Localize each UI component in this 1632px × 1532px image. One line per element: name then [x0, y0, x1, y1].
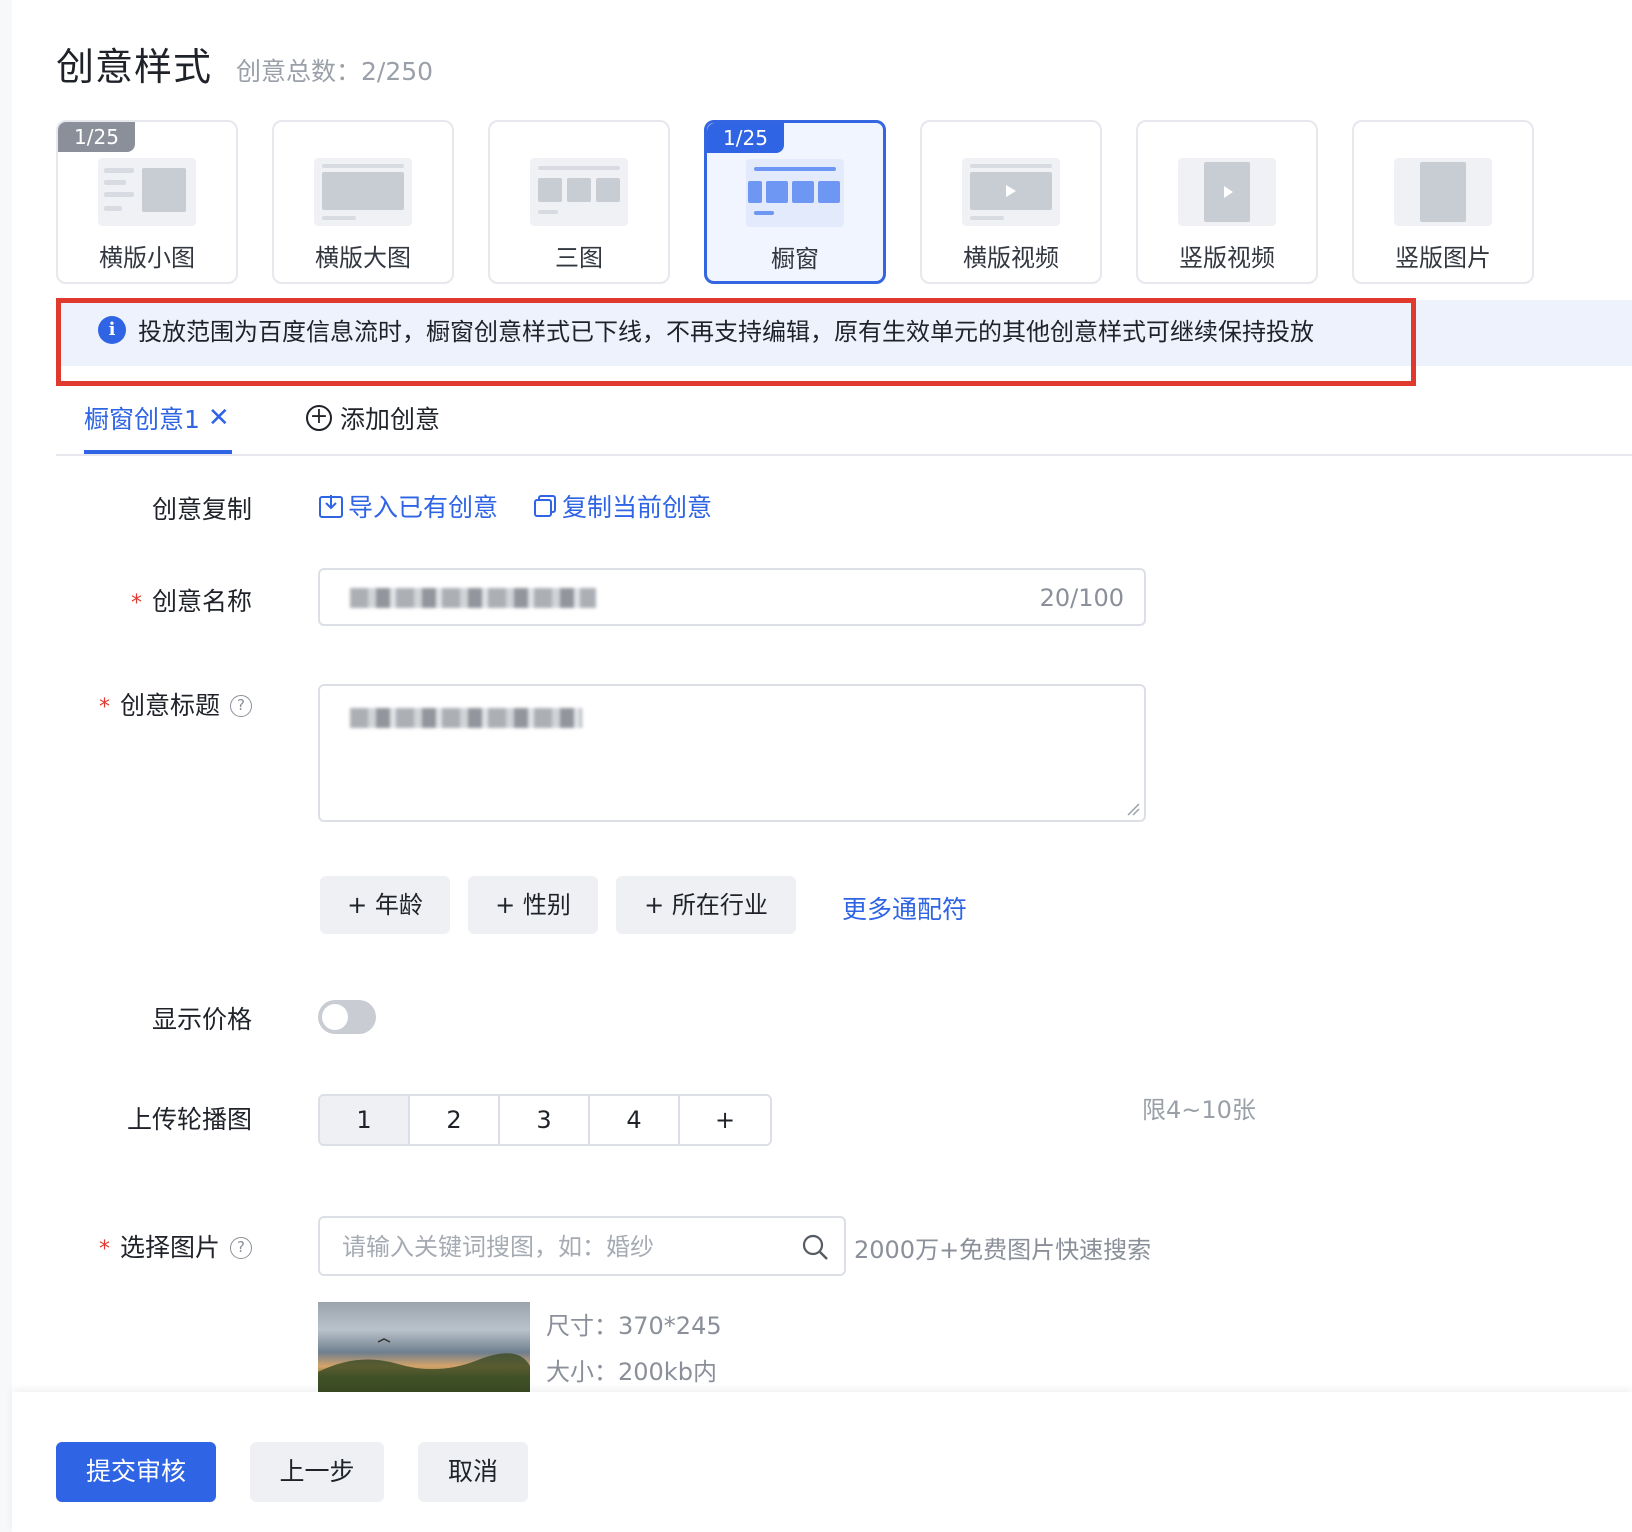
image-preview-thumbnail[interactable]	[318, 1302, 530, 1394]
horizontal-small-icon	[98, 158, 196, 226]
carousel-slot-4[interactable]: 4	[590, 1096, 680, 1144]
carousel-segment-control: 1 2 3 4 +	[318, 1094, 772, 1146]
image-filesize-spec: 大小：200kb内	[546, 1358, 717, 1386]
notice-banner: i 投放范围为百度信息流时，橱窗创意样式已下线，不再支持编辑，原有生效单元的其他…	[56, 300, 1632, 366]
more-wildcards-link[interactable]: 更多通配符	[842, 890, 967, 926]
style-card-three-images[interactable]: 三图	[488, 120, 670, 284]
vertical-image-icon	[1394, 158, 1492, 226]
style-card-horizontal-large[interactable]: 横版大图	[272, 120, 454, 284]
card-label: 横版大图	[315, 244, 411, 272]
image-label-text: 选择图片	[119, 1233, 220, 1262]
tab-showcase-creative-1[interactable]: 橱窗创意1 ✕	[84, 396, 230, 440]
image-search-hint: 2000万+免费图片快速搜索	[854, 1236, 1152, 1264]
horizontal-video-icon	[962, 158, 1060, 226]
import-creative-link[interactable]: 导入已有创意	[348, 488, 498, 524]
card-label: 横版视频	[963, 244, 1059, 272]
creative-count: 创意总数：2/250	[236, 57, 434, 86]
horizontal-large-icon	[314, 158, 412, 226]
carousel-slot-2[interactable]: 2	[410, 1096, 500, 1144]
cancel-button[interactable]: 取消	[418, 1442, 528, 1502]
carousel-add-slot[interactable]: +	[680, 1096, 770, 1144]
card-label: 橱窗	[771, 245, 819, 273]
image-label: * 选择图片?	[12, 1228, 252, 1264]
carousel-slot-3[interactable]: 3	[500, 1096, 590, 1144]
wildcard-age-button[interactable]: + 年龄	[320, 876, 450, 934]
creative-name-input[interactable]: 20/100	[318, 568, 1146, 626]
page-title: 创意样式	[56, 45, 213, 89]
copy-creative-link[interactable]: 复制当前创意	[562, 488, 712, 524]
price-label-text: 显示价格	[151, 1005, 252, 1034]
name-label-text: 创意名称	[151, 587, 252, 616]
style-card-showcase[interactable]: 1/25 橱窗	[704, 120, 886, 284]
tab-label: 橱窗创意1	[84, 405, 200, 434]
copy-label-text: 创意复制	[151, 495, 252, 524]
tab-active-indicator	[84, 450, 232, 454]
image-search-input[interactable]	[342, 1230, 782, 1264]
add-creative-label: 添加创意	[340, 405, 441, 434]
help-icon[interactable]: ?	[230, 695, 252, 717]
show-price-toggle[interactable]	[318, 1000, 376, 1034]
name-label: * 创意名称	[12, 582, 252, 618]
style-card-vertical-image[interactable]: 竖版图片	[1352, 120, 1534, 284]
resize-handle-icon[interactable]	[1126, 802, 1140, 816]
footer-action-bar: 提交审核 上一步 取消	[12, 1392, 1632, 1532]
card-label: 横版小图	[99, 244, 195, 272]
name-char-counter: 20/100	[1039, 584, 1124, 612]
three-images-icon	[530, 158, 628, 226]
style-card-horizontal-video[interactable]: 横版视频	[920, 120, 1102, 284]
vertical-video-icon	[1178, 158, 1276, 226]
card-badge: 1/25	[58, 122, 135, 152]
page: 创意样式 创意总数：2/250 1/25 横版小图 横版大图 三图 1/25 橱…	[12, 0, 1632, 1532]
carousel-label-text: 上传轮播图	[126, 1105, 252, 1134]
title-label: * 创意标题?	[12, 686, 252, 722]
wildcard-gender-button[interactable]: + 性别	[468, 876, 598, 934]
creative-tabs: 橱窗创意1 ✕ + 添加创意	[56, 390, 1632, 456]
image-search-field[interactable]	[318, 1216, 846, 1276]
price-label: 显示价格	[12, 1000, 252, 1036]
copy-actions: 导入已有创意 复制当前创意	[318, 488, 712, 524]
style-card-vertical-video[interactable]: 竖版视频	[1136, 120, 1318, 284]
help-icon[interactable]: ?	[230, 1237, 252, 1259]
carousel-slot-1[interactable]: 1	[320, 1096, 410, 1144]
landscape-image	[318, 1338, 530, 1394]
image-size-spec: 尺寸：370*245	[546, 1312, 722, 1340]
creative-title-textarea[interactable]	[318, 684, 1146, 822]
page-header: 创意样式 创意总数：2/250	[56, 36, 433, 91]
copy-icon	[534, 495, 557, 517]
redacted-text	[350, 588, 596, 608]
info-icon: i	[98, 315, 126, 344]
notice-text: 投放范围为百度信息流时，橱窗创意样式已下线，不再支持编辑，原有生效单元的其他创意…	[138, 318, 1314, 346]
redacted-text	[350, 708, 582, 728]
close-icon[interactable]: ✕	[208, 403, 230, 433]
card-badge: 1/25	[707, 123, 784, 153]
add-creative-button[interactable]: + 添加创意	[306, 396, 440, 440]
required-mark: *	[98, 695, 110, 720]
search-icon[interactable]	[800, 1232, 830, 1262]
submit-review-button[interactable]: 提交审核	[56, 1442, 216, 1502]
style-card-horizontal-small[interactable]: 1/25 横版小图	[56, 120, 238, 284]
card-label: 竖版视频	[1179, 244, 1275, 272]
carousel-label: 上传轮播图	[12, 1100, 252, 1136]
title-label-text: 创意标题	[119, 691, 220, 720]
showcase-icon	[746, 159, 844, 227]
plus-circle-icon: +	[306, 405, 332, 431]
card-label: 竖版图片	[1395, 244, 1491, 272]
wildcard-industry-button[interactable]: + 所在行业	[616, 876, 796, 934]
previous-step-button[interactable]: 上一步	[250, 1442, 384, 1502]
toggle-knob	[322, 1004, 348, 1030]
card-label: 三图	[555, 244, 603, 272]
copy-label: 创意复制	[12, 490, 252, 526]
carousel-limit-hint: 限4~10张	[1142, 1096, 1256, 1124]
import-icon	[319, 495, 343, 518]
required-mark: *	[98, 1237, 110, 1262]
required-mark: *	[130, 591, 142, 616]
